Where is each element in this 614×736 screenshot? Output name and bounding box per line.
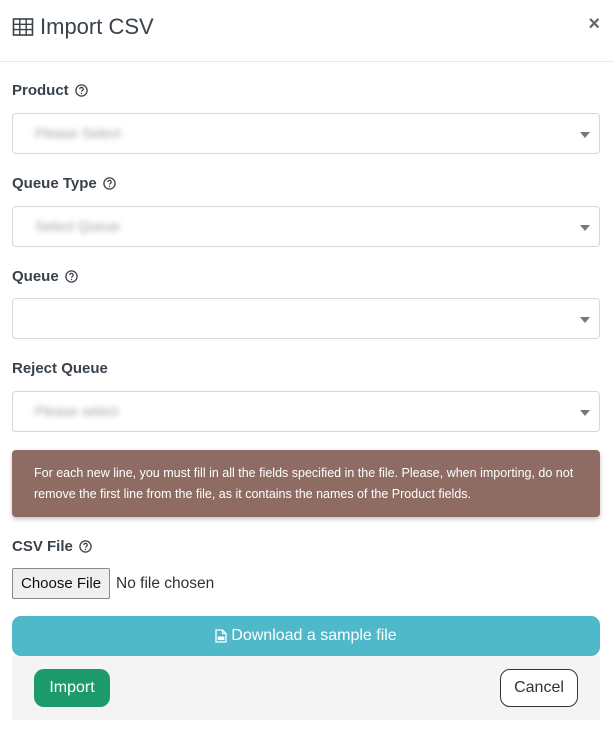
reject-queue-select[interactable]: Please select xyxy=(12,391,600,432)
caret-down-icon xyxy=(580,317,590,323)
csv-file-label-text: CSV File xyxy=(12,538,73,555)
modal-header: Import CSV × xyxy=(0,0,614,62)
queue-type-select[interactable]: Select Queue xyxy=(12,206,600,247)
caret-down-icon xyxy=(580,225,590,231)
caret-down-icon xyxy=(580,132,590,138)
modal-title-group: Import CSV xyxy=(12,14,154,40)
import-instructions-alert: For each new line, you must fill in all … xyxy=(12,450,600,517)
help-icon[interactable] xyxy=(64,270,78,283)
table-icon xyxy=(12,16,34,38)
product-select[interactable]: Please Select xyxy=(12,113,600,154)
product-select-value: Please Select xyxy=(35,125,121,141)
modal-footer: Import Cancel xyxy=(12,656,600,720)
reject-queue-label-text: Reject Queue xyxy=(12,360,108,377)
queue-select[interactable] xyxy=(12,298,600,339)
modal-title: Import CSV xyxy=(40,14,154,39)
alert-text: For each new line, you must fill in all … xyxy=(34,466,574,501)
cancel-button[interactable]: Cancel xyxy=(500,669,578,707)
queue-label-text: Queue xyxy=(12,268,59,285)
csv-file-input: Choose File No file chosen xyxy=(12,568,214,599)
download-sample-button[interactable]: Download a sample file xyxy=(12,616,600,656)
caret-down-icon xyxy=(580,410,590,416)
queue-type-select-value: Select Queue xyxy=(35,218,120,234)
file-csv-icon xyxy=(215,629,227,643)
queue-label: Queue xyxy=(12,268,78,285)
import-button[interactable]: Import xyxy=(34,669,110,707)
product-label: Product xyxy=(12,82,88,99)
product-label-text: Product xyxy=(12,82,69,99)
csv-file-label: CSV File xyxy=(12,538,92,555)
choose-file-button[interactable]: Choose File xyxy=(12,568,111,599)
reject-queue-select-value: Please select xyxy=(35,403,119,419)
download-sample-label: Download a sample file xyxy=(231,627,397,644)
queue-type-label: Queue Type xyxy=(12,175,116,192)
help-icon[interactable] xyxy=(79,540,92,553)
help-icon[interactable] xyxy=(74,84,88,97)
file-status-text: No file chosen xyxy=(116,574,215,592)
close-icon[interactable]: × xyxy=(588,13,600,35)
help-icon[interactable] xyxy=(103,177,116,190)
reject-queue-label: Reject Queue xyxy=(12,360,108,377)
queue-type-label-text: Queue Type xyxy=(12,175,97,192)
